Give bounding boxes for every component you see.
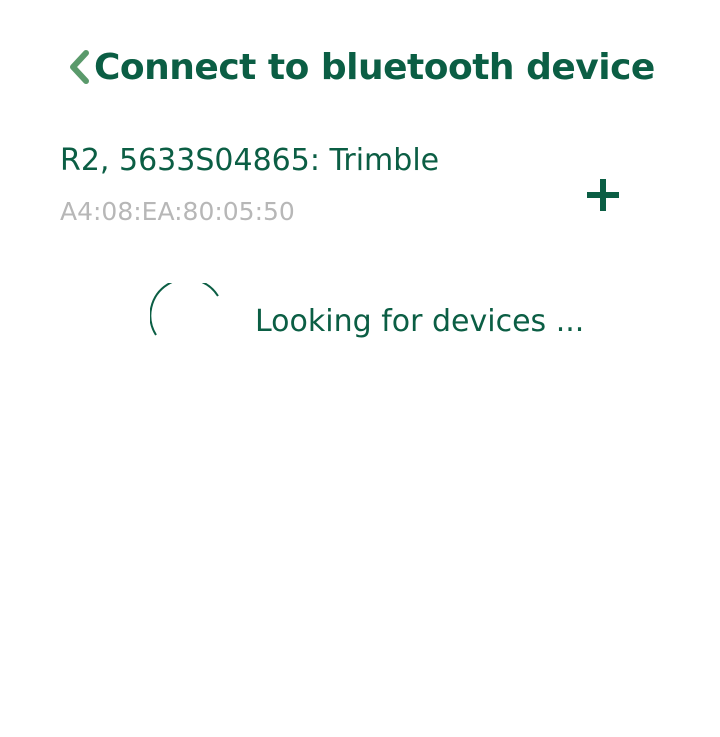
device-list-item[interactable]: R2, 5633S04865: Trimble A4:08:EA:80:05:5… [58,140,658,240]
chevron-left-icon [70,50,89,84]
loading-text: Looking for devices ... [255,304,585,339]
header: Connect to bluetooth device [64,40,655,94]
back-button[interactable] [64,40,94,94]
page-title: Connect to bluetooth device [94,46,655,88]
add-device-button[interactable] [580,172,626,218]
plus-icon [587,179,619,211]
loading-spinner-icon [150,283,219,336]
device-name: R2, 5633S04865: Trimble [60,143,440,178]
device-address: A4:08:EA:80:05:50 [60,197,295,226]
loading-indicator: Looking for devices ... [150,283,610,363]
